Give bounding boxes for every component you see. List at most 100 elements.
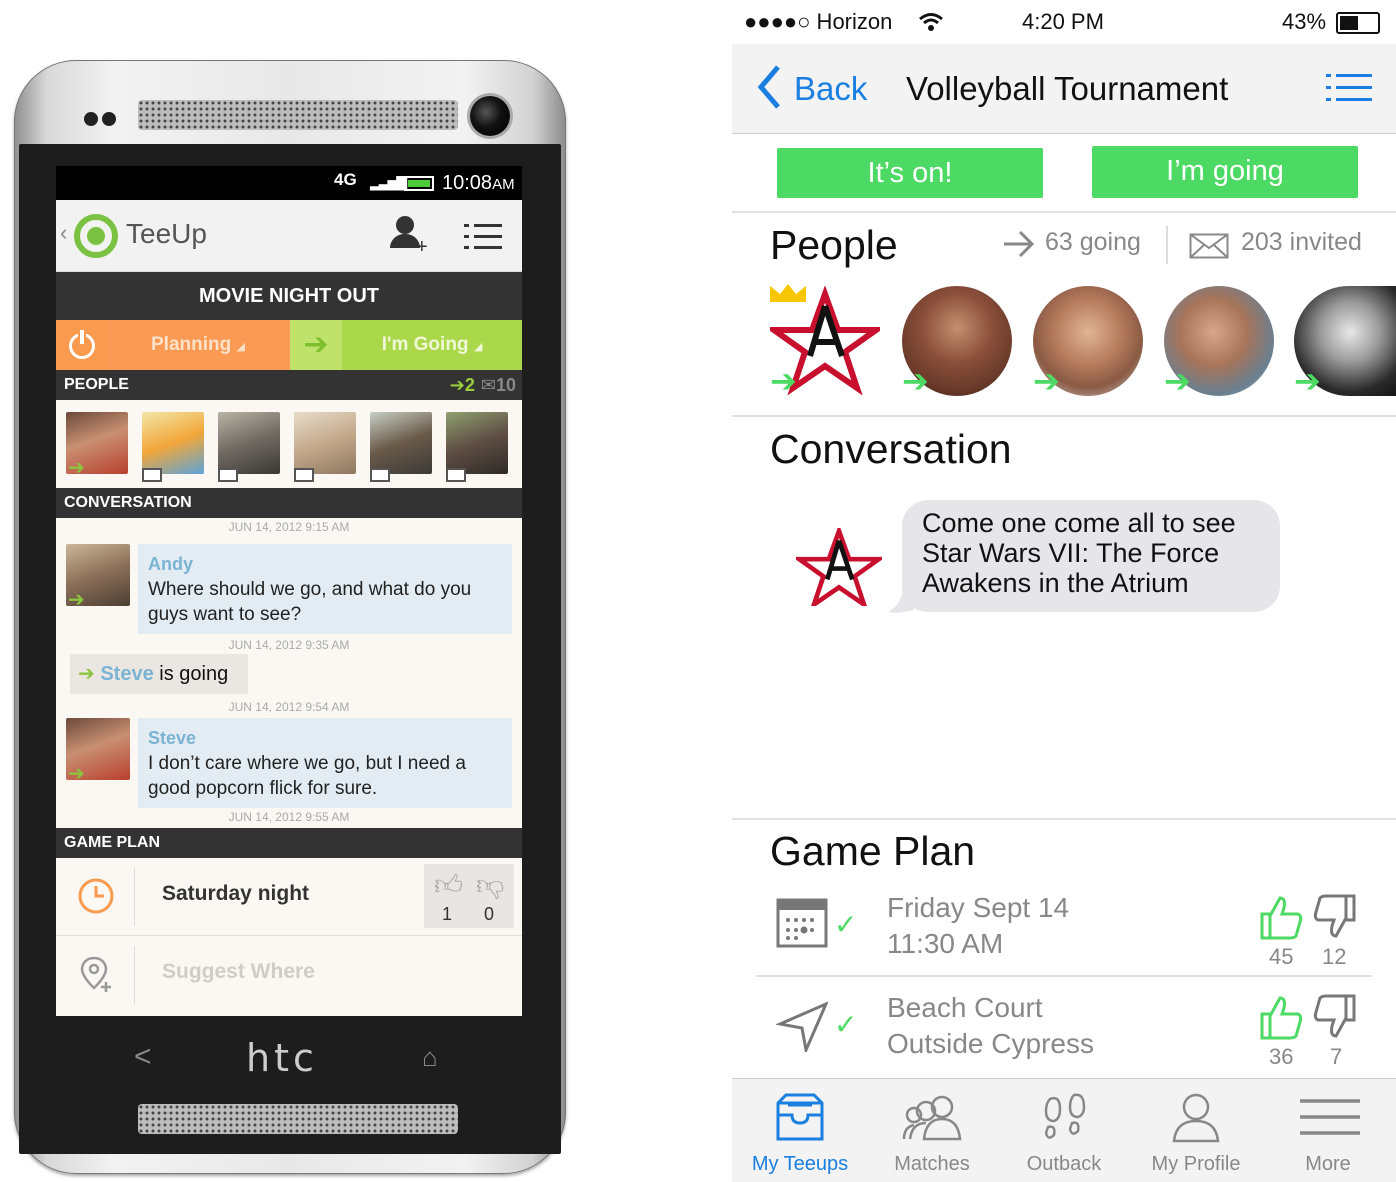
conversation-header-label: CONVERSATION bbox=[64, 494, 192, 511]
thumbs-down-icon[interactable]: 👎︎ bbox=[476, 868, 504, 902]
going-notice-suffix: is going bbox=[159, 663, 229, 685]
tab-more[interactable]: More bbox=[1262, 1079, 1394, 1182]
envelope-icon bbox=[294, 468, 314, 482]
going-arrow-icon: ➔ bbox=[770, 363, 797, 399]
going-count: 63 going bbox=[1045, 228, 1141, 256]
avatar[interactable]: ➔ bbox=[902, 286, 1012, 399]
avatar[interactable]: ➔ bbox=[1033, 286, 1143, 399]
when-row[interactable]: Saturday night 👍︎ 👎︎ 1 0 bbox=[56, 858, 522, 936]
home-key-icon[interactable]: ⌂ bbox=[422, 1042, 438, 1073]
add-person-icon[interactable]: + bbox=[390, 216, 430, 258]
plan-item-date[interactable]: ✓ Friday Sept 14 11:30 AM 45 12 bbox=[732, 890, 1396, 986]
tab-bar: My Teeups Matches Outback My Profile Mor… bbox=[732, 1078, 1396, 1182]
votes-down-count: 7 bbox=[1330, 1044, 1343, 1069]
avatar[interactable]: ➔ bbox=[66, 412, 128, 479]
message-text: Where should we go, and what do you guys… bbox=[148, 579, 472, 625]
message-text: I don’t care where we go, but I need a g… bbox=[148, 753, 466, 799]
ios-screen: ●●●●○ Horizon 4:20 PM 43% Back Volleybal… bbox=[732, 0, 1396, 1182]
where-row[interactable]: Suggest Where bbox=[56, 936, 522, 1014]
battery-percent: 43% bbox=[1282, 9, 1327, 34]
its-on-button[interactable]: It’s on! bbox=[777, 148, 1043, 198]
going-notice: ➔ Steve is going bbox=[70, 654, 248, 694]
htc-logo: htc bbox=[246, 1036, 318, 1080]
timestamp: JUN 14, 2012 9:55 AM bbox=[228, 810, 350, 824]
tab-my-profile[interactable]: My Profile bbox=[1130, 1079, 1262, 1182]
divider bbox=[756, 975, 1372, 977]
plan-item-location[interactable]: ✓ Beach Court Outside Cypress 36 7 bbox=[732, 990, 1396, 1086]
avatar[interactable] bbox=[294, 412, 356, 482]
game-plan-header-label: GAME PLAN bbox=[64, 834, 160, 851]
avatar[interactable] bbox=[142, 412, 204, 482]
back-key-icon[interactable]: < bbox=[134, 1040, 152, 1074]
dropdown-triangle-icon: ◢ bbox=[473, 341, 483, 353]
avatar[interactable] bbox=[218, 412, 280, 482]
going-arrow-icon: ➔ bbox=[290, 320, 342, 370]
tab-matches[interactable]: Matches bbox=[866, 1079, 998, 1182]
divider bbox=[732, 415, 1396, 417]
timestamp: JUN 14, 2012 9:15 AM bbox=[228, 520, 350, 534]
checklist-icon[interactable] bbox=[464, 222, 504, 252]
avatar[interactable]: ➔ bbox=[1164, 286, 1274, 399]
going-arrow-icon: ➔ bbox=[68, 763, 85, 785]
list-menu-icon[interactable] bbox=[1326, 74, 1372, 104]
power-icon[interactable] bbox=[56, 320, 106, 370]
going-arrow-icon: ➔ bbox=[902, 363, 929, 399]
avatar: ➔ bbox=[66, 718, 130, 785]
calendar-icon bbox=[776, 898, 828, 948]
back-button[interactable]: Back bbox=[794, 70, 867, 108]
tab-outback[interactable]: Outback bbox=[998, 1079, 1130, 1182]
plan-item-line1: Beach Court bbox=[887, 992, 1043, 1023]
suggest-where-link[interactable]: Suggest Where bbox=[162, 960, 315, 984]
im-going-button[interactable]: I’m going bbox=[1092, 146, 1358, 198]
message-bubble: Andy Where should we go, and what do you… bbox=[138, 544, 512, 634]
going-arrow-icon: ➔ bbox=[78, 663, 95, 685]
avatar[interactable] bbox=[370, 412, 432, 482]
votes-down-count: 12 bbox=[1322, 944, 1347, 969]
back-chevron-icon[interactable] bbox=[756, 64, 782, 110]
people-title: People bbox=[770, 222, 898, 268]
row-divider bbox=[134, 868, 135, 926]
thumbs-up-icon[interactable]: 👍︎ bbox=[434, 868, 463, 902]
sensor-dots bbox=[84, 112, 120, 131]
ios-status-bar: ●●●●○ Horizon 4:20 PM 43% bbox=[732, 0, 1396, 44]
conversation-feed: JUN 14, 2012 9:15 AM ➔ Andy Where should… bbox=[56, 518, 522, 828]
clock-icon bbox=[78, 878, 114, 914]
thumbs-up-icon[interactable] bbox=[1258, 994, 1304, 1040]
android-screen: 4G ▂▃▅▇ 10:08AM ‹ TeeUp + MOVIE NIGHT OU… bbox=[56, 166, 522, 1016]
message-author: Steve bbox=[148, 728, 197, 748]
conversation-title: Conversation bbox=[770, 426, 1012, 472]
thumbs-up-icon[interactable] bbox=[1258, 894, 1304, 940]
tab-my-teeups[interactable]: My Teeups bbox=[734, 1079, 866, 1182]
thumbs-down-icon[interactable] bbox=[1312, 894, 1358, 940]
conversation-header: CONVERSATION bbox=[56, 488, 522, 518]
tab-label: My Teeups bbox=[751, 1153, 849, 1175]
wifi-icon bbox=[919, 13, 943, 31]
teeup-logo-icon bbox=[74, 214, 118, 258]
ios-nav-bar: Back Volleyball Tournament bbox=[732, 44, 1396, 134]
person-icon bbox=[1172, 1093, 1220, 1143]
votes-up-count: 45 bbox=[1269, 944, 1294, 969]
page-title: Volleyball Tournament bbox=[906, 70, 1229, 107]
network-type: 4G bbox=[334, 170, 357, 189]
tab-label: More bbox=[1305, 1153, 1351, 1175]
status-time: 10:08 bbox=[442, 172, 493, 194]
footprints-icon bbox=[1044, 1093, 1086, 1139]
going-dropdown[interactable]: I'm Going ◢ bbox=[342, 320, 522, 370]
message-author: Andy bbox=[148, 554, 193, 574]
avatar[interactable] bbox=[446, 412, 508, 482]
people-counts: ➔2 ✉10 bbox=[449, 375, 516, 395]
people-group-icon bbox=[902, 1095, 962, 1141]
back-chevron-icon[interactable]: ‹ bbox=[60, 220, 67, 246]
thumbs-down-icon[interactable] bbox=[1312, 994, 1358, 1040]
avatar: ➔ bbox=[66, 544, 130, 611]
ios-time: 4:20 PM bbox=[1022, 9, 1104, 34]
timestamp: JUN 14, 2012 9:35 AM bbox=[228, 638, 350, 652]
avatar[interactable]: ➔ bbox=[1294, 286, 1396, 399]
going-arrow-icon: ➔ bbox=[1164, 363, 1191, 399]
divider bbox=[732, 211, 1396, 213]
app-bar: ‹ TeeUp + bbox=[56, 200, 522, 272]
tab-label: Matches bbox=[894, 1153, 970, 1175]
organizer-avatar[interactable]: ➔ bbox=[764, 285, 886, 399]
battery-icon bbox=[1336, 12, 1380, 34]
planning-dropdown[interactable]: Planning ◢ bbox=[106, 320, 290, 370]
